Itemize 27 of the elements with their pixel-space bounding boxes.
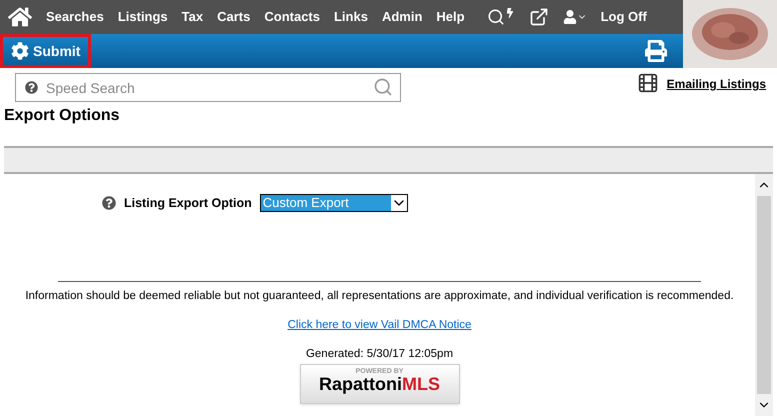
generated-timestamp: Generated: 5/30/17 12:05pm	[306, 347, 454, 362]
nav-link[interactable]: Listings	[118, 7, 168, 27]
gear-icon	[11, 42, 29, 60]
nav-link[interactable]: Admin	[382, 7, 422, 27]
field-label: Listing Export Option	[124, 195, 252, 212]
disclaimer-text: Information should be deemed reliable but not guaranteed, all representations are approximate, and individual verification is recommended.	[25, 288, 734, 304]
nav-link[interactable]: Carts	[217, 7, 250, 27]
page-title: Export Options	[3, 106, 121, 126]
nav-link[interactable]: Searches	[46, 7, 104, 27]
speed-search-field[interactable]: Speed Search	[15, 73, 401, 102]
submit-button[interactable]: Submit	[0, 34, 92, 68]
home-icon[interactable]	[8, 5, 32, 29]
video-icon[interactable]	[636, 73, 659, 93]
help-icon[interactable]	[25, 81, 38, 94]
emailing-listings-link[interactable]: Emailing Listings	[666, 75, 766, 93]
search-icon[interactable]	[486, 8, 515, 26]
print-icon[interactable]	[645, 40, 667, 62]
popout-icon[interactable]	[528, 7, 549, 27]
nav-link[interactable]: Tax	[182, 7, 204, 27]
scrollbar[interactable]	[755, 174, 773, 416]
nav-link[interactable]: Help	[436, 7, 465, 27]
help-icon[interactable]	[102, 196, 116, 210]
dmca-link[interactable]: Click here to view Vail DMCA Notice	[288, 317, 472, 334]
nav-link[interactable]: Contacts	[264, 7, 320, 27]
logoff-link[interactable]: Log Off	[600, 7, 647, 27]
nav-link[interactable]: Links	[334, 7, 368, 27]
user-menu-icon[interactable]	[562, 10, 587, 24]
